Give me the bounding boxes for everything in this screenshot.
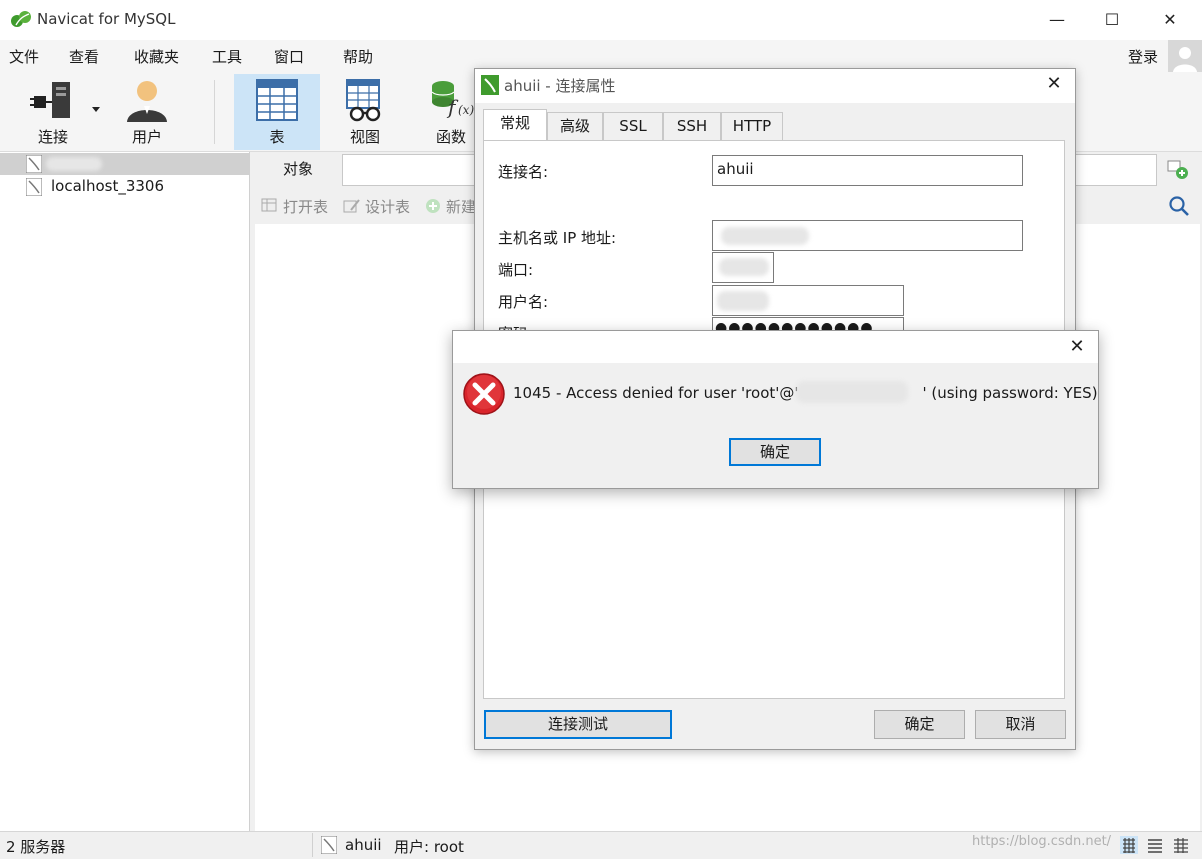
port-label: 端口: xyxy=(498,261,534,279)
tab-general[interactable]: 常规 xyxy=(483,109,547,141)
connect-button[interactable]: 连接 xyxy=(22,74,84,150)
design-table-icon xyxy=(343,199,360,213)
connection-name-input[interactable]: ahuii xyxy=(712,155,1023,186)
open-table-icon xyxy=(261,198,277,212)
tab-objects[interactable]: 对象 xyxy=(254,154,342,186)
plug-icon xyxy=(30,82,70,118)
tree-item-selected[interactable] xyxy=(0,153,250,175)
connection-tree xyxy=(0,152,250,831)
tab-ssh[interactable]: SSH xyxy=(663,112,721,140)
menu-window[interactable]: 窗口 xyxy=(274,46,304,67)
toolbar-divider xyxy=(214,80,215,144)
connect-label: 连接 xyxy=(37,128,68,146)
mysql-connection-icon xyxy=(481,75,499,95)
avatar-icon[interactable] xyxy=(1168,40,1202,74)
connection-name-label: 连接名: xyxy=(498,163,549,181)
user-label: 用户 xyxy=(131,128,162,146)
redacted-label xyxy=(46,157,102,171)
username-label: 用户名: xyxy=(498,293,549,311)
grid-view-icon[interactable] xyxy=(1120,836,1138,854)
table-icon xyxy=(256,79,298,121)
username-input[interactable] xyxy=(712,285,904,316)
new-table-label: 新建 xyxy=(446,198,477,216)
function-icon: f (x) xyxy=(431,81,474,119)
error-close-button[interactable]: ✕ xyxy=(1066,336,1088,358)
redacted-username xyxy=(717,291,769,311)
redacted-host xyxy=(796,381,908,403)
host-label: 主机名或 IP 地址: xyxy=(498,229,617,247)
tab-advanced[interactable]: 高级 xyxy=(547,112,603,140)
menu-favorites[interactable]: 收藏夹 xyxy=(134,46,179,67)
menu-help[interactable]: 帮助 xyxy=(343,46,373,67)
search-icon[interactable] xyxy=(1168,195,1190,217)
cancel-button[interactable]: 取消 xyxy=(975,710,1066,739)
user-icon xyxy=(127,81,167,122)
function-label: 函数 xyxy=(435,128,466,146)
dialog-title: ahuii - 连接属性 xyxy=(504,77,616,95)
dialog-close-button[interactable]: ✕ xyxy=(1043,73,1065,95)
error-ok-button[interactable]: 确定 xyxy=(729,438,821,466)
minimize-button[interactable]: — xyxy=(1045,8,1069,32)
watermark: https://blog.csdn.net/ xyxy=(972,834,1112,849)
list-view-icon[interactable] xyxy=(1146,836,1164,854)
design-table-button[interactable]: 设计表 xyxy=(343,196,410,217)
menu-view[interactable]: 查看 xyxy=(69,46,99,67)
menu-file[interactable]: 文件 xyxy=(9,46,39,67)
error-dialog-title-bar xyxy=(453,331,1098,363)
test-connection-button[interactable]: 连接测试 xyxy=(484,710,672,739)
open-table-label: 打开表 xyxy=(283,198,329,216)
navicat-logo-icon xyxy=(11,11,31,27)
view-glasses-icon xyxy=(346,79,381,122)
tree-item-label: localhost_3306 xyxy=(51,177,165,195)
connection-icon xyxy=(26,155,42,173)
error-icon xyxy=(463,373,505,415)
table-button[interactable]: 表 xyxy=(234,74,320,150)
user-button[interactable]: 用户 xyxy=(117,74,177,150)
redacted-host xyxy=(721,227,809,245)
title-bar xyxy=(0,0,1202,40)
redacted-port xyxy=(719,258,769,276)
open-table-button[interactable]: 打开表 xyxy=(261,196,328,217)
status-connection: ahuii xyxy=(345,836,382,854)
login-link[interactable]: 登录 xyxy=(1128,46,1158,67)
function-button[interactable]: f (x) 函数 xyxy=(420,74,482,150)
maximize-button[interactable]: ☐ xyxy=(1100,8,1124,32)
host-input[interactable] xyxy=(712,220,1023,251)
connection-icon xyxy=(321,836,337,854)
chevron-down-icon[interactable] xyxy=(92,107,100,113)
view-button[interactable]: 视图 xyxy=(330,74,400,150)
tree-item-localhost[interactable]: localhost_3306 xyxy=(0,176,250,198)
tab-ssl[interactable]: SSL xyxy=(603,112,663,140)
table-label: 表 xyxy=(269,128,285,146)
server-count: 2 服务器 xyxy=(6,838,66,856)
ok-button[interactable]: 确定 xyxy=(874,710,965,739)
view-label: 视图 xyxy=(349,128,380,146)
menu-tools[interactable]: 工具 xyxy=(212,46,242,67)
port-input[interactable] xyxy=(712,252,774,283)
svg-text:(x): (x) xyxy=(458,103,474,117)
add-icon xyxy=(426,199,440,213)
detail-view-icon[interactable] xyxy=(1172,836,1190,854)
password-input[interactable]: ●●●●●●●●●●●● xyxy=(712,317,904,331)
status-divider xyxy=(312,833,313,857)
status-user: 用户: root xyxy=(394,838,464,856)
connection-icon xyxy=(26,178,42,196)
close-button[interactable]: ✕ xyxy=(1158,8,1182,32)
add-tab-icon[interactable] xyxy=(1166,158,1190,182)
tab-http[interactable]: HTTP xyxy=(721,112,783,140)
design-table-label: 设计表 xyxy=(365,198,411,216)
app-title: Navicat for MySQL xyxy=(37,10,176,28)
new-table-button[interactable]: 新建 xyxy=(424,196,476,217)
